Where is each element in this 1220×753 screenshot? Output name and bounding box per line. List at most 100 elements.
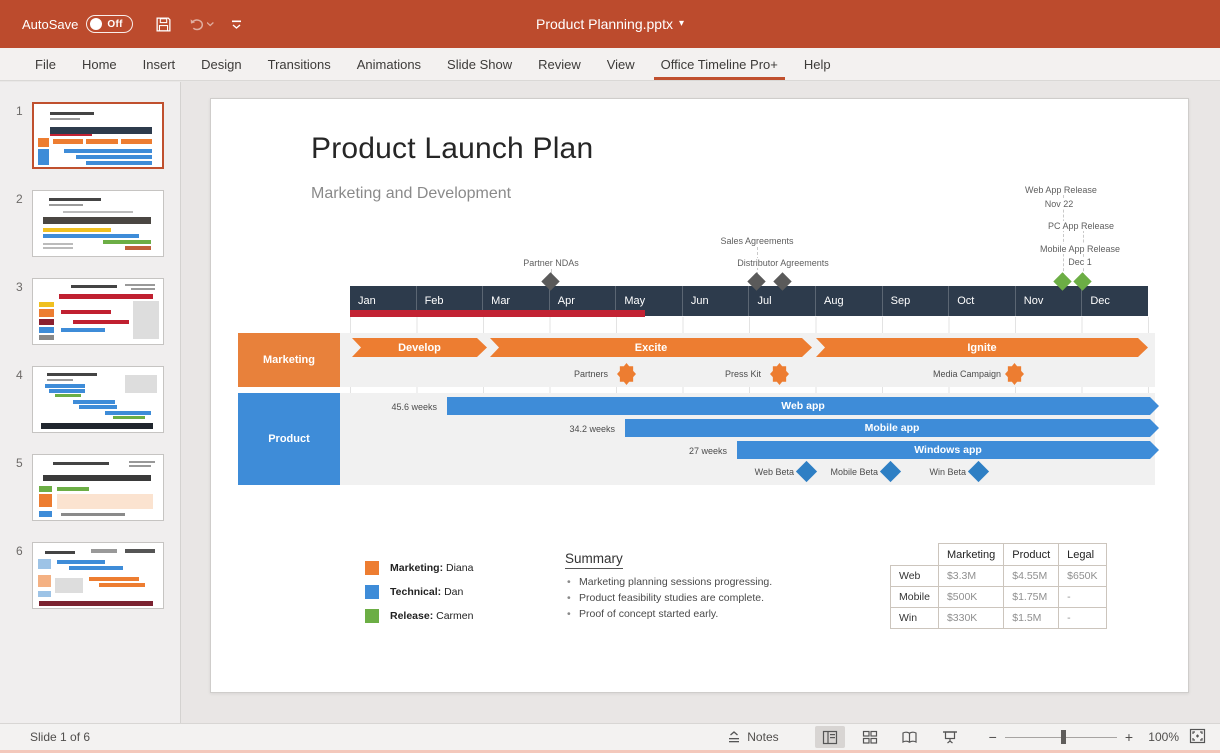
autosave-control: AutoSave Off — [22, 15, 133, 33]
slide-thumbnail-panel: 1 2 3 4 — [0, 82, 181, 723]
duration-web-app: 45.6 weeks — [377, 402, 437, 412]
table-corner-cell — [891, 544, 939, 566]
phase-ignite[interactable]: Ignite — [816, 338, 1148, 357]
document-title[interactable]: Product Planning.pptx ▾ — [536, 16, 684, 32]
milestone-label-sales-agreements[interactable]: Sales Agreements — [717, 236, 796, 246]
autosave-toggle-knob — [90, 18, 102, 30]
slide-thumbnail-2[interactable] — [32, 190, 164, 257]
summary-bullet: Proof of concept started early. — [565, 608, 772, 620]
table-row-web: Web $3.3M $4.55M $650K — [891, 566, 1107, 587]
status-bar: Slide 1 of 6 Notes − + 100% — [0, 723, 1220, 750]
phase-excite[interactable]: Excite — [490, 338, 812, 357]
bar-web-app[interactable]: Web app — [447, 397, 1159, 415]
slide-indicator: Slide 1 of 6 — [30, 730, 90, 744]
notes-icon — [727, 730, 741, 744]
tab-review[interactable]: Review — [525, 48, 594, 80]
tab-view[interactable]: View — [594, 48, 648, 80]
table-header-marketing: Marketing — [938, 544, 1003, 566]
bar-mobile-app[interactable]: Mobile app — [625, 419, 1159, 437]
month-oct: Oct — [948, 286, 1015, 316]
thumbnail-row-1: 1 — [16, 102, 180, 169]
milestone-date-mobile-app-release[interactable]: Dec 1 — [1065, 257, 1095, 267]
slide-subtitle[interactable]: Marketing and Development — [311, 185, 511, 203]
tab-file[interactable]: File — [22, 48, 69, 80]
cost-table[interactable]: Marketing Product Legal Web $3.3M $4.55M… — [890, 543, 1107, 629]
tab-transitions[interactable]: Transitions — [255, 48, 344, 80]
thumbnail-number: 2 — [16, 192, 32, 206]
phase-develop[interactable]: Develop — [352, 338, 487, 357]
slide-sorter-view-button[interactable] — [855, 726, 885, 748]
reading-view-button[interactable] — [895, 726, 925, 748]
normal-view-button[interactable] — [815, 726, 845, 748]
slide-thumbnail-3[interactable] — [32, 278, 164, 345]
beta-label-win[interactable]: Win Beta — [906, 467, 966, 477]
customize-toolbar-icon[interactable] — [230, 18, 243, 31]
tab-slide-show[interactable]: Slide Show — [434, 48, 525, 80]
table-header-legal: Legal — [1059, 544, 1106, 566]
summary-bullet: Marketing planning sessions progressing. — [565, 576, 772, 588]
zoom-in-button[interactable]: + — [1125, 729, 1133, 745]
milestone-label-pc-app-release[interactable]: PC App Release — [1045, 221, 1117, 231]
table-row-win: Win $330K $1.5M - — [891, 608, 1107, 629]
tab-help[interactable]: Help — [791, 48, 844, 80]
milestone-label-mobile-app-release[interactable]: Mobile App Release — [1037, 244, 1123, 254]
month-jun: Jun — [682, 286, 749, 316]
slide-sorter-icon — [862, 730, 878, 745]
workspace: 1 2 3 4 — [0, 82, 1220, 723]
tab-design[interactable]: Design — [188, 48, 254, 80]
zoom-slider[interactable] — [1005, 737, 1117, 738]
reading-view-icon — [901, 730, 918, 745]
autosave-toggle[interactable]: Off — [86, 15, 132, 33]
beta-label-web[interactable]: Web Beta — [734, 467, 794, 477]
legend-item-marketing: Marketing: Diana — [365, 561, 473, 575]
slide-thumbnail-4[interactable] — [32, 366, 164, 433]
thumbnail-number: 5 — [16, 456, 32, 470]
slide-canvas: Product Launch Plan Marketing and Develo… — [181, 82, 1220, 723]
marketing-lane-label[interactable]: Marketing — [238, 333, 340, 387]
tab-office-timeline-pro[interactable]: Office Timeline Pro+ — [648, 48, 791, 80]
thumbnail-number: 6 — [16, 544, 32, 558]
notes-button[interactable]: Notes — [719, 727, 786, 747]
powerpoint-window: AutoSave Off Product Planning.pptx ▾ Fil — [0, 0, 1220, 753]
product-lane-label[interactable]: Product — [238, 393, 340, 485]
table-header-row: Marketing Product Legal — [891, 544, 1107, 566]
task-label-media-campaign[interactable]: Media Campaign — [921, 369, 1001, 379]
zoom-level[interactable]: 100% — [1143, 730, 1179, 744]
fit-to-window-icon — [1189, 728, 1206, 744]
undo-icon[interactable] — [188, 16, 214, 33]
tab-insert[interactable]: Insert — [130, 48, 189, 80]
milestone-date-web-app-release[interactable]: Nov 22 — [1042, 199, 1077, 209]
fit-to-window-button[interactable] — [1189, 728, 1206, 747]
slide-thumbnail-1[interactable] — [32, 102, 164, 169]
thumbnail-row-4: 4 — [16, 366, 180, 433]
month-aug: Aug — [815, 286, 882, 316]
task-label-partners[interactable]: Partners — [548, 369, 608, 379]
task-label-press-kit[interactable]: Press Kit — [701, 369, 761, 379]
slide-title[interactable]: Product Launch Plan — [311, 132, 593, 166]
slide-1[interactable]: Product Launch Plan Marketing and Develo… — [210, 98, 1189, 693]
beta-label-mobile[interactable]: Mobile Beta — [818, 467, 878, 477]
bar-windows-app[interactable]: Windows app — [737, 441, 1159, 459]
summary-heading[interactable]: Summary — [565, 551, 623, 569]
elapsed-time-bar — [350, 310, 645, 317]
table-row-mobile: Mobile $500K $1.75M - — [891, 587, 1107, 608]
tab-animations[interactable]: Animations — [344, 48, 434, 80]
slideshow-view-button[interactable] — [935, 726, 965, 748]
save-icon[interactable] — [155, 16, 172, 33]
tab-home[interactable]: Home — [69, 48, 130, 80]
summary-list: Marketing planning sessions progressing.… — [565, 576, 772, 624]
thumbnail-row-3: 3 — [16, 278, 180, 345]
thumbnail-number: 3 — [16, 280, 32, 294]
zoom-control: − + — [989, 729, 1133, 745]
milestone-label-distributor-agreements[interactable]: Distributor Agreements — [734, 258, 832, 268]
zoom-out-button[interactable]: − — [989, 729, 997, 745]
slide-thumbnail-5[interactable] — [32, 454, 164, 521]
milestone-label-web-app-release[interactable]: Web App Release — [1022, 185, 1100, 195]
slide-thumbnail-6[interactable] — [32, 542, 164, 609]
summary-bullet: Product feasibility studies are complete… — [565, 592, 772, 604]
milestone-label-partner-ndas[interactable]: Partner NDAs — [520, 258, 582, 268]
thumbnail-graphic — [33, 543, 163, 608]
document-title-caret-icon: ▾ — [679, 19, 684, 29]
zoom-slider-handle[interactable] — [1061, 730, 1066, 744]
thumbnail-graphic — [33, 191, 163, 256]
